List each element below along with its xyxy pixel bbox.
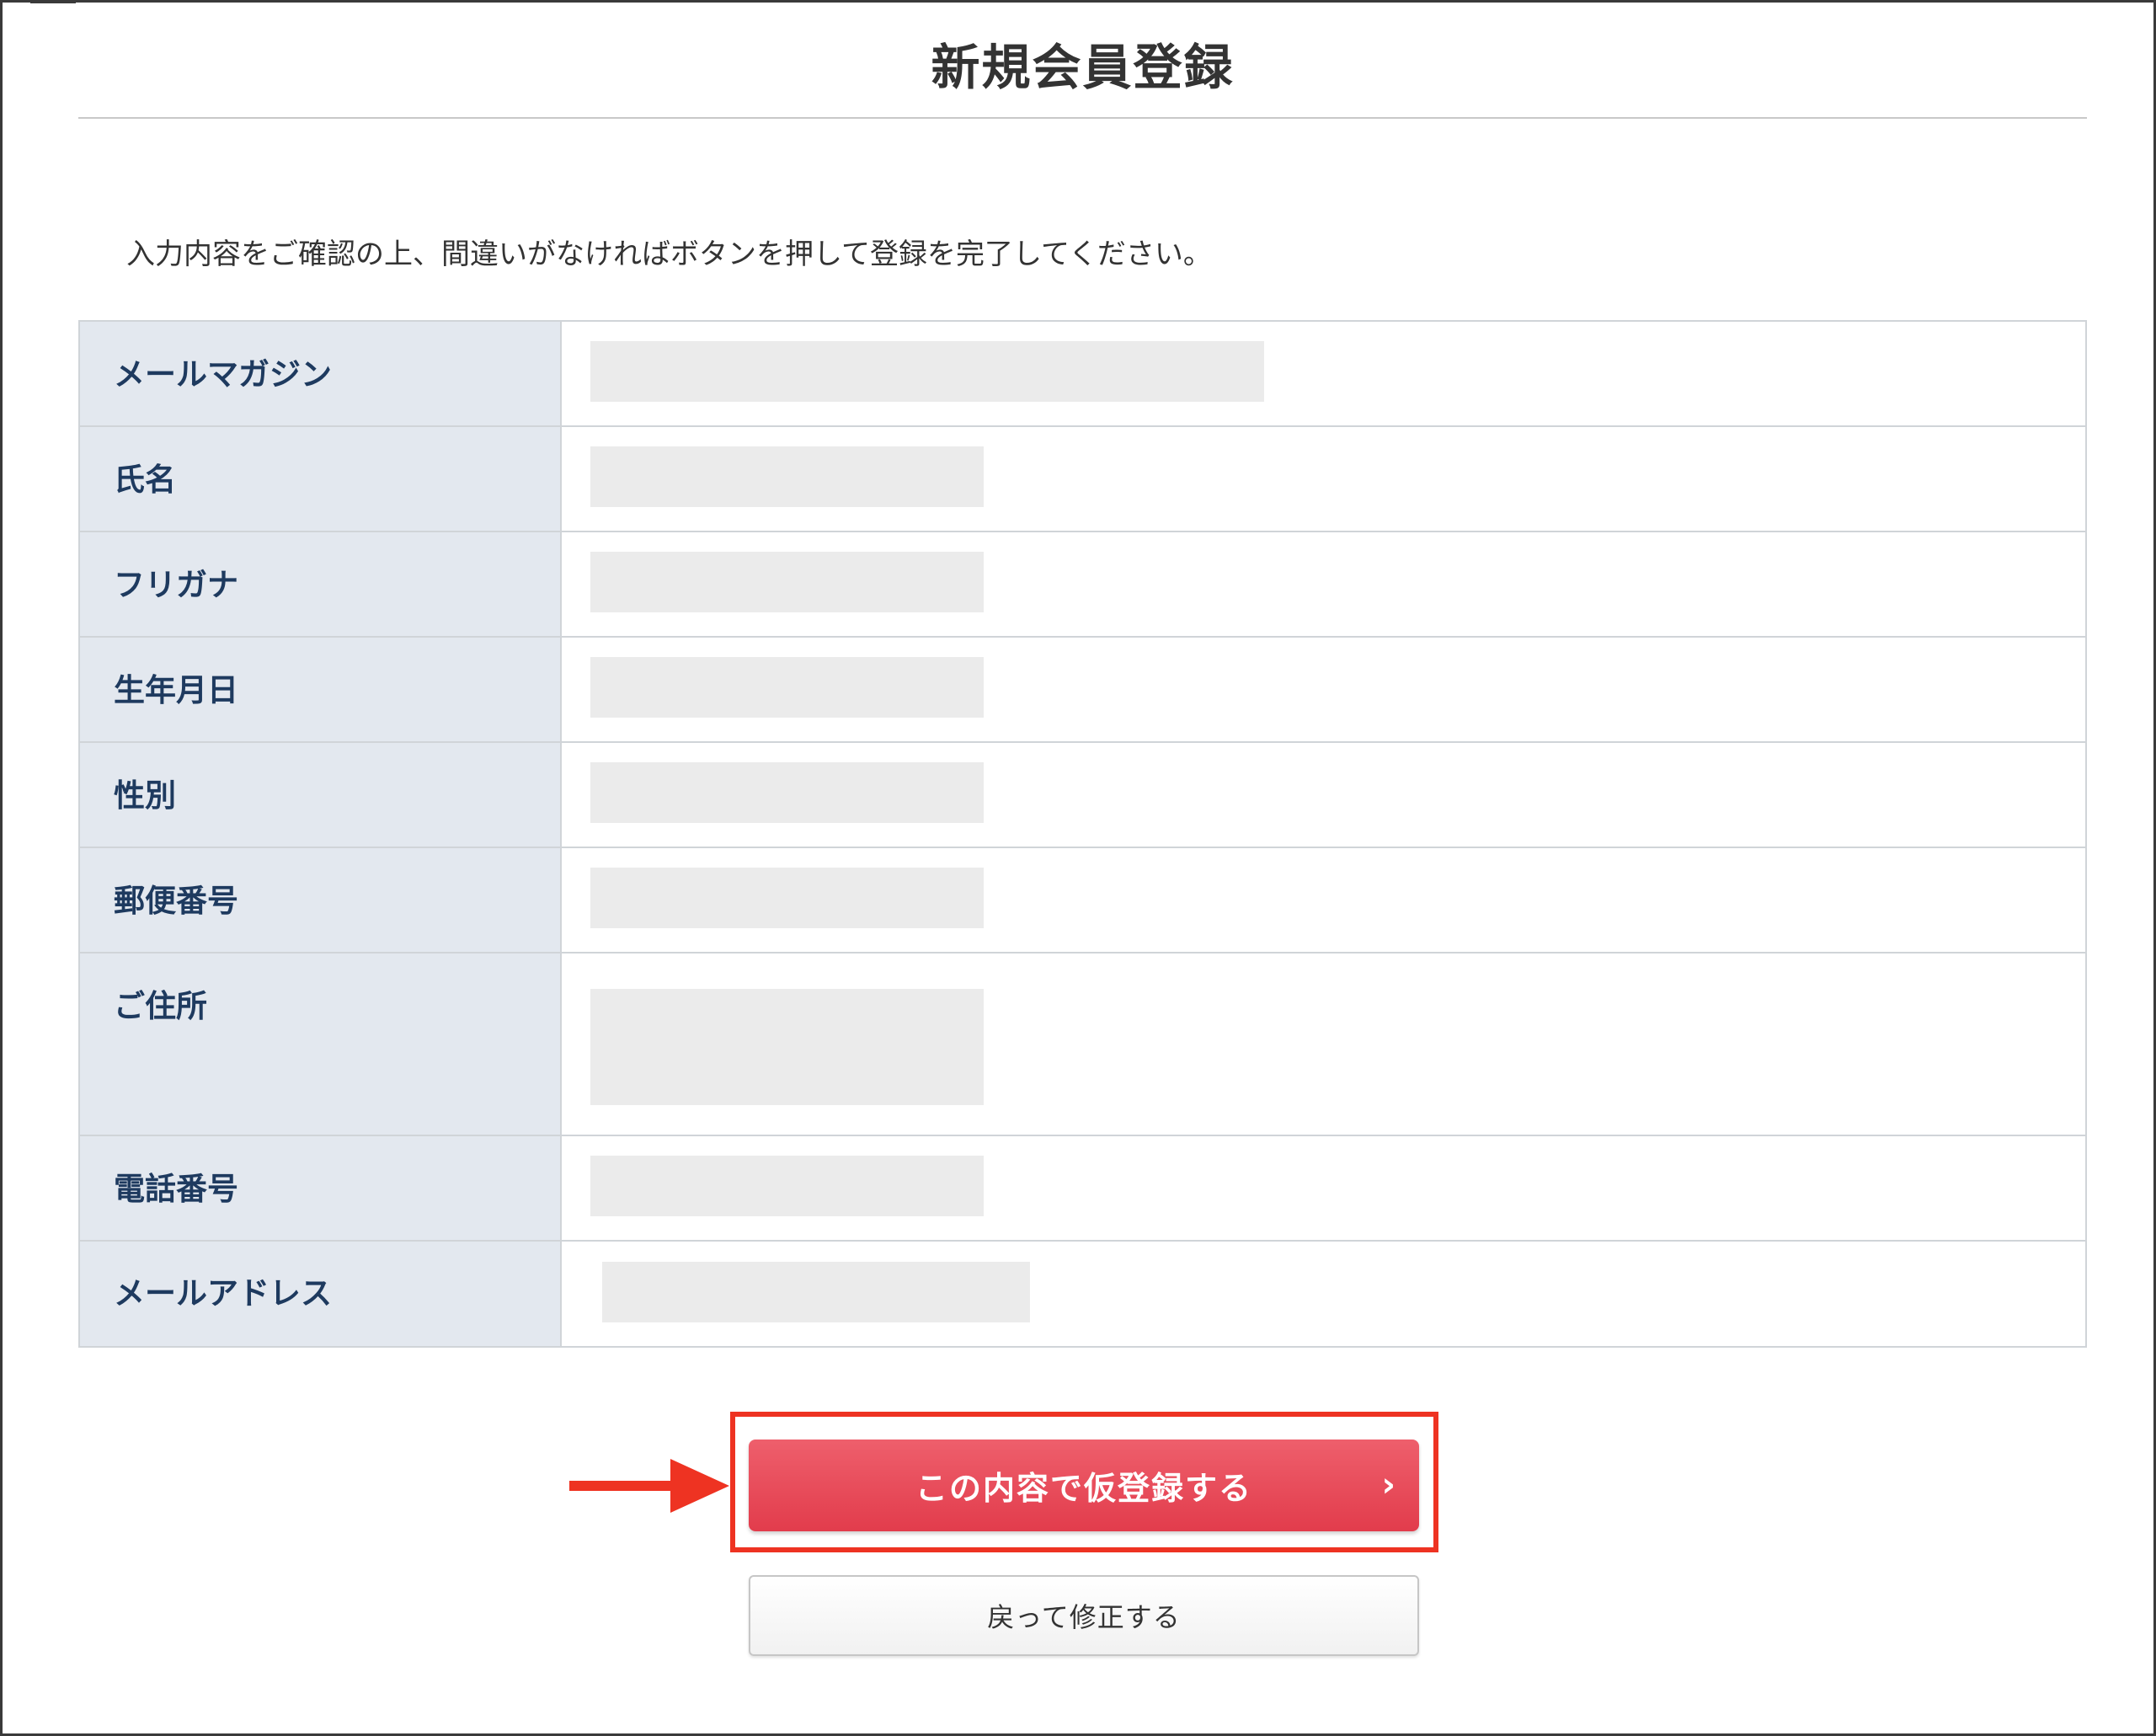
- provisional-register-button[interactable]: この内容で仮登録する ›: [749, 1440, 1419, 1531]
- row-label-address: ご住所: [80, 953, 562, 1135]
- title-divider: [78, 117, 2087, 119]
- redacted-value: [602, 1262, 1030, 1322]
- table-row: 生年月日: [80, 638, 2085, 743]
- row-label-postal-code: 郵便番号: [80, 848, 562, 952]
- right-arrow-icon: [569, 1459, 729, 1513]
- back-and-edit-button[interactable]: 戻って修正する: [749, 1575, 1419, 1656]
- table-row: 郵便番号: [80, 848, 2085, 953]
- redacted-value: [590, 868, 984, 928]
- row-value-phone: [562, 1136, 2085, 1240]
- chevron-right-icon: ›: [1381, 1466, 1397, 1504]
- row-value-furigana: [562, 532, 2085, 636]
- row-label-gender: 性別: [80, 743, 562, 847]
- back-and-edit-label: 戻って修正する: [987, 1601, 1181, 1633]
- row-value-address: [562, 953, 2085, 1135]
- row-value-postal-code: [562, 848, 2085, 952]
- row-label-email: メールアドレス: [80, 1242, 562, 1346]
- table-row: ご住所: [80, 953, 2085, 1136]
- row-label-birthdate: 生年月日: [80, 638, 562, 741]
- row-value-email: [562, 1242, 2085, 1346]
- row-label-name: 氏名: [80, 427, 562, 531]
- page-title: 新規会員登録: [931, 39, 1235, 96]
- confirmation-instructions: 入力内容をご確認の上、間違いがなければボタンを押して登録を完了してください。: [126, 238, 1212, 271]
- table-row: メールアドレス: [80, 1242, 2085, 1346]
- row-value-gender: [562, 743, 2085, 847]
- row-label-furigana: フリガナ: [80, 532, 562, 636]
- table-row: 氏名: [80, 427, 2085, 532]
- redacted-value: [590, 446, 984, 507]
- provisional-register-label: この内容で仮登録する: [915, 1470, 1252, 1507]
- table-row: メールマガジン: [80, 322, 2085, 427]
- frame-corner-mark: [30, 0, 76, 3]
- row-value-birthdate: [562, 638, 2085, 741]
- confirmation-table: メールマガジン 氏名 フリガナ 生年月日 性別 郵便番号 ご住所 電話番号 メー…: [78, 320, 2087, 1348]
- table-row: フリガナ: [80, 532, 2085, 638]
- redacted-value: [590, 1156, 984, 1216]
- row-label-mail-magazine: メールマガジン: [80, 322, 562, 425]
- table-row: 性別: [80, 743, 2085, 848]
- redacted-value: [590, 762, 984, 823]
- redacted-value: [590, 989, 984, 1105]
- row-value-mail-magazine: [562, 322, 2085, 425]
- row-label-phone: 電話番号: [80, 1136, 562, 1240]
- redacted-value: [590, 341, 1264, 402]
- redacted-value: [590, 657, 984, 718]
- table-row: 電話番号: [80, 1136, 2085, 1242]
- row-value-name: [562, 427, 2085, 531]
- redacted-value: [590, 552, 984, 612]
